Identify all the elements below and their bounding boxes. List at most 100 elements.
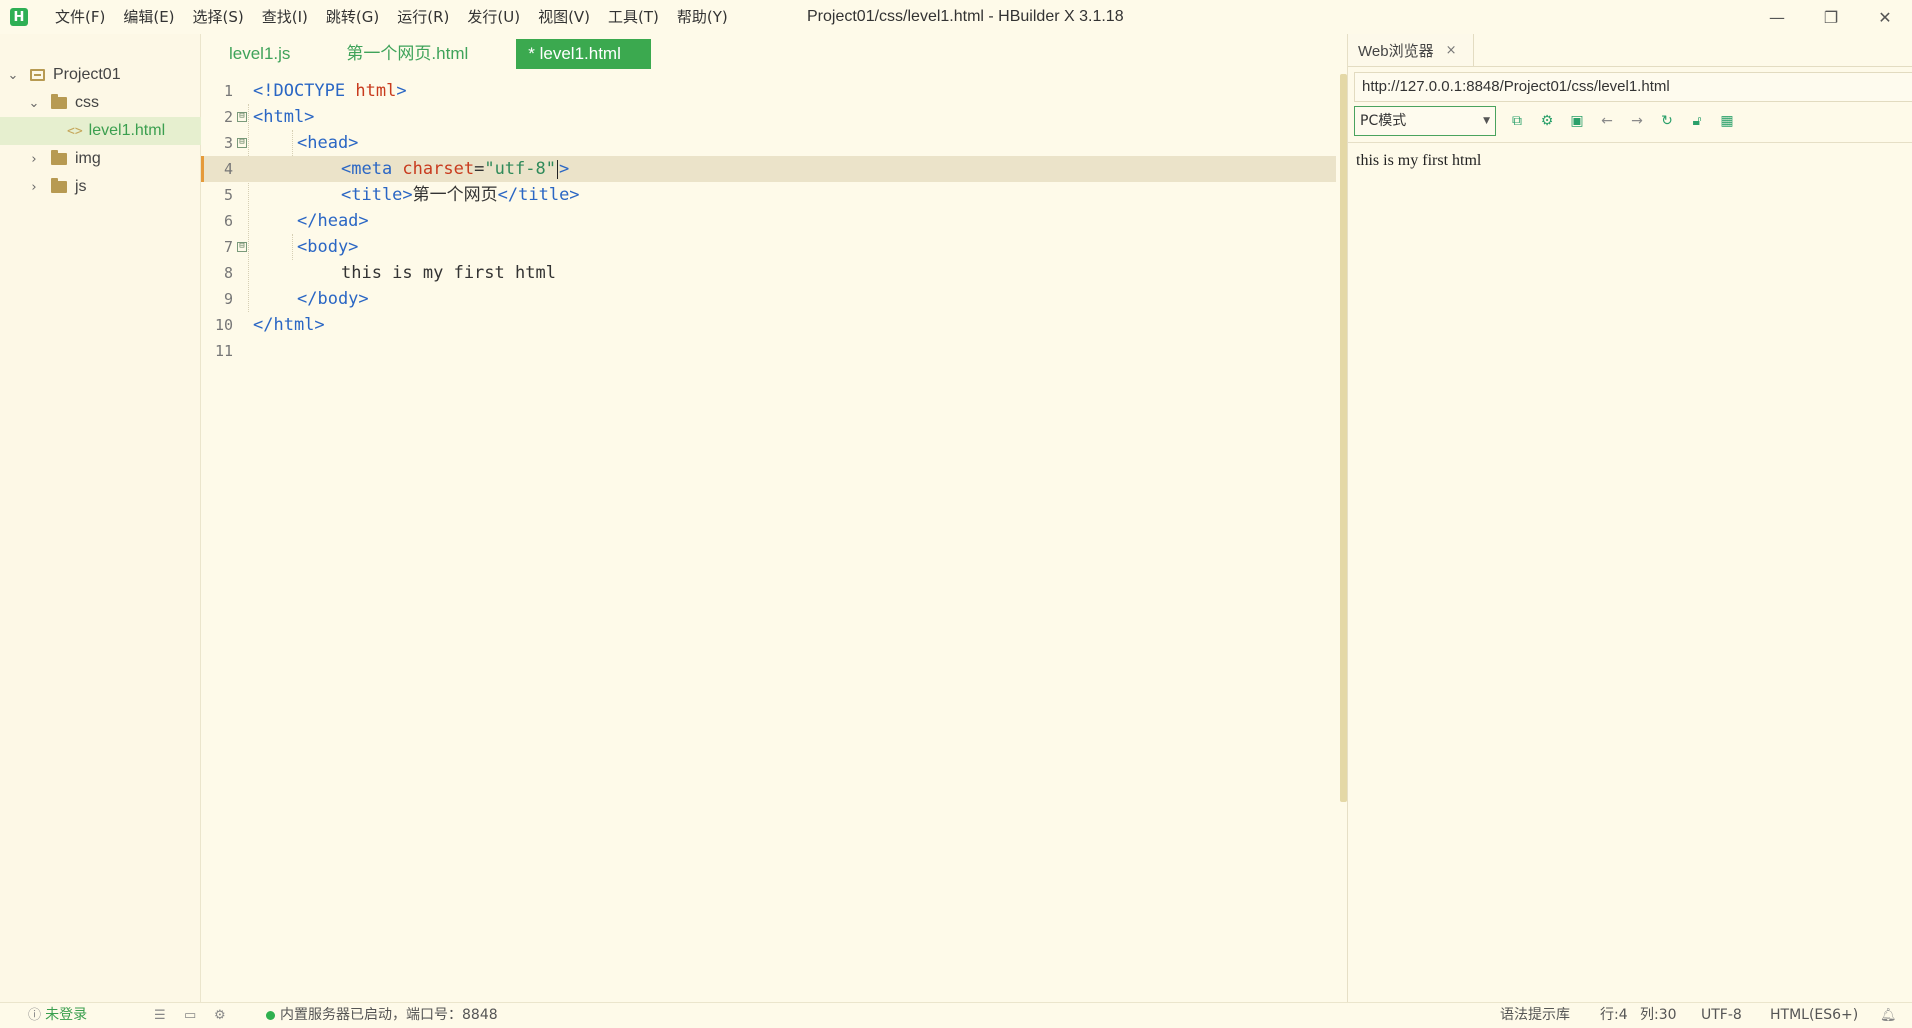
url-input[interactable]: http://127.0.0.1:8848/Project01/css/leve… bbox=[1354, 72, 1912, 102]
close-icon[interactable]: × bbox=[1446, 43, 1457, 58]
menu-help[interactable]: 帮助(Y) bbox=[668, 0, 737, 34]
tab-first-page-html[interactable]: 第一个网页.html bbox=[318, 39, 496, 69]
server-status-icon bbox=[266, 1011, 275, 1020]
lock-icon[interactable]: 🔓︎ bbox=[1686, 110, 1708, 132]
menu-view[interactable]: 视图(V) bbox=[529, 0, 599, 34]
code-line-current: 4 <meta charset="utf-8" > bbox=[201, 156, 1336, 182]
hbuilder-logo-icon: H bbox=[10, 8, 28, 26]
outline-icon[interactable]: ☰ bbox=[154, 1003, 166, 1028]
menu-bar: 文件(F) 编辑(E) 选择(S) 查找(I) 跳转(G) 运行(R) 发行(U… bbox=[46, 0, 737, 34]
tree-item-label: Project01 bbox=[53, 66, 121, 83]
settings-icon[interactable]: ⚙ bbox=[1536, 110, 1558, 132]
code-line: 8 this is my first html bbox=[201, 260, 1336, 286]
code-line: 6 </head> bbox=[201, 208, 1336, 234]
folder-icon bbox=[51, 178, 67, 193]
plugin-icon[interactable]: ⚙ bbox=[214, 1003, 226, 1028]
editor-tab-bar: level1.js 第一个网页.html * level1.html bbox=[201, 34, 1347, 74]
line-number: 4 bbox=[223, 160, 233, 178]
code-line: 2 ⊟ <html> bbox=[201, 104, 1336, 130]
device-mode-select[interactable]: PC模式 ▼ bbox=[1354, 106, 1496, 136]
code-content: </head> bbox=[297, 211, 369, 231]
refresh-icon[interactable]: ↻ bbox=[1656, 110, 1678, 132]
tree-item-label: level1.html bbox=[88, 122, 166, 139]
code-line: 3 ⊟ <head> bbox=[201, 130, 1336, 156]
line-number: 1 bbox=[223, 82, 233, 100]
tree-item-label: js bbox=[75, 178, 87, 195]
fold-toggle-icon[interactable]: ⊟ bbox=[237, 112, 247, 122]
folder-icon bbox=[51, 94, 67, 109]
project-folder-icon bbox=[30, 69, 45, 81]
console-icon[interactable]: ▣ bbox=[1566, 110, 1588, 132]
menu-find[interactable]: 查找(I) bbox=[253, 0, 317, 34]
code-content: <body> bbox=[297, 237, 359, 257]
device-mode-value: PC模式 bbox=[1360, 113, 1407, 129]
dropdown-arrow-icon: ▼ bbox=[1483, 116, 1490, 126]
line-number: 10 bbox=[214, 316, 233, 334]
tree-item-img[interactable]: › img bbox=[0, 145, 227, 173]
tree-item-project01[interactable]: ⌄ Project01 bbox=[0, 61, 206, 89]
web-browser-panel: Web浏览器 × http://127.0.0.1:8848/Project01… bbox=[1347, 34, 1912, 1002]
code-content: </body> bbox=[297, 289, 369, 309]
line-number: 11 bbox=[214, 342, 233, 360]
line-number: 6 bbox=[223, 212, 233, 230]
encoding-selector[interactable]: UTF-8 bbox=[1701, 1003, 1742, 1028]
tree-item-label: img bbox=[75, 150, 101, 167]
qrcode-icon[interactable]: ▦ bbox=[1716, 110, 1738, 132]
code-line: 7 ⊟ <body> bbox=[201, 234, 1336, 260]
menu-tools[interactable]: 工具(T) bbox=[599, 0, 668, 34]
notification-bell-icon[interactable]: 🔔︎ bbox=[1880, 1003, 1897, 1028]
editor-scrollbar[interactable] bbox=[1340, 74, 1347, 802]
menu-goto[interactable]: 跳转(G) bbox=[317, 0, 388, 34]
menu-file[interactable]: 文件(F) bbox=[46, 0, 114, 34]
restore-button[interactable]: ❐ bbox=[1804, 0, 1858, 34]
code-content: <head> bbox=[297, 133, 359, 153]
code-content: <title>第一个网页</title> bbox=[341, 185, 580, 205]
open-external-icon[interactable]: ⧉ bbox=[1506, 110, 1528, 132]
tab-web-browser[interactable]: Web浏览器 × bbox=[1348, 34, 1474, 66]
code-line: 9 </body> bbox=[201, 286, 1336, 312]
tree-item-js[interactable]: › js bbox=[0, 173, 227, 201]
code-content: <html> bbox=[253, 107, 315, 127]
window-controls: — ❐ ✕ bbox=[1750, 0, 1912, 34]
code-line: 10 </html> bbox=[201, 312, 1336, 338]
chevron-down-icon[interactable]: ⌄ bbox=[27, 96, 41, 111]
menu-run[interactable]: 运行(R) bbox=[388, 0, 458, 34]
line-number: 7 bbox=[223, 238, 233, 256]
code-editor[interactable]: 1 <!DOCTYPE html> 2 ⊟ <html> 3 ⊟ <head> … bbox=[201, 74, 1347, 1002]
line-number: 5 bbox=[223, 186, 233, 204]
chevron-down-icon[interactable]: ⌄ bbox=[6, 68, 20, 83]
login-status[interactable]: ⓘ 未登录 bbox=[28, 1003, 87, 1028]
menu-select[interactable]: 选择(S) bbox=[184, 0, 253, 34]
chevron-right-icon[interactable]: › bbox=[27, 152, 41, 167]
syntax-library-button[interactable]: 语法提示库 bbox=[1500, 1003, 1570, 1028]
back-icon[interactable]: ← bbox=[1596, 110, 1618, 132]
title-bar: H 文件(F) 编辑(E) 选择(S) 查找(I) 跳转(G) 运行(R) 发行… bbox=[0, 0, 1912, 34]
html-file-icon: <> bbox=[67, 123, 83, 139]
menu-edit[interactable]: 编辑(E) bbox=[114, 0, 183, 34]
code-content: <!DOCTYPE html> bbox=[253, 81, 407, 101]
forward-icon[interactable]: → bbox=[1626, 110, 1648, 132]
rendered-page-text: this is my first html bbox=[1356, 152, 1482, 169]
tree-item-css[interactable]: ⌄ css bbox=[0, 89, 227, 117]
cursor-line[interactable]: 行:4 bbox=[1600, 1003, 1628, 1028]
tab-level1-html[interactable]: * level1.html bbox=[516, 39, 651, 69]
menu-publish[interactable]: 发行(U) bbox=[458, 0, 529, 34]
divider bbox=[1348, 142, 1912, 143]
line-number: 9 bbox=[223, 290, 233, 308]
cursor-column[interactable]: 列:30 bbox=[1640, 1003, 1677, 1028]
code-content: this is my first html bbox=[341, 263, 556, 283]
terminal-icon[interactable]: ▭ bbox=[184, 1003, 196, 1028]
login-label: 未登录 bbox=[45, 1007, 88, 1023]
close-window-button[interactable]: ✕ bbox=[1858, 0, 1912, 34]
server-status-label: 内置服务器已启动，端口号：8848 bbox=[280, 1007, 498, 1023]
fold-toggle-icon[interactable]: ⊟ bbox=[237, 138, 247, 148]
fold-toggle-icon[interactable]: ⊟ bbox=[237, 242, 247, 252]
code-content: <meta charset="utf-8" > bbox=[341, 159, 570, 179]
minimize-button[interactable]: — bbox=[1750, 0, 1804, 34]
language-mode-selector[interactable]: HTML(ES6+) bbox=[1770, 1003, 1858, 1028]
tab-level1-js[interactable]: level1.js bbox=[201, 39, 318, 69]
folder-icon bbox=[51, 150, 67, 165]
chevron-right-icon[interactable]: › bbox=[27, 180, 41, 195]
server-status: 内置服务器已启动，端口号：8848 bbox=[266, 1003, 498, 1028]
window-title: Project01/css/level1.html - HBuilder X 3… bbox=[807, 8, 1124, 25]
